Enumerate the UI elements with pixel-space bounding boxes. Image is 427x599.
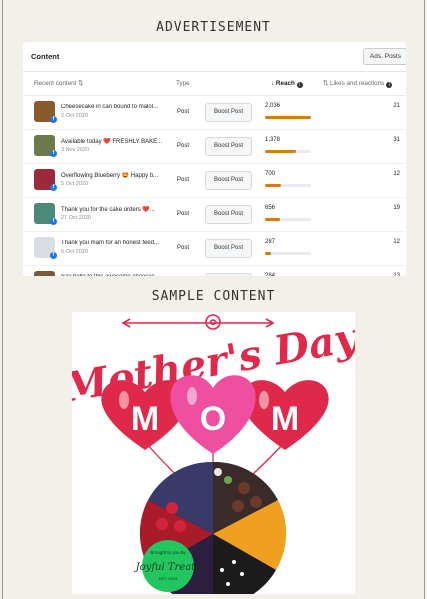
content-rows: f Cheesecake in can bound to malol... 2 Oc… [23,96,406,276]
sample-content-heading: SAMPLE CONTENT [151,289,276,304]
boost-post-button[interactable]: Boost Post [205,273,252,276]
reach-value: 656 [265,205,276,211]
facebook-icon: f [50,184,57,191]
svg-text:Brought to you by: Brought to you by [150,550,186,555]
likes-value: 13 [393,273,400,276]
reach-bar [265,116,311,119]
post-text[interactable]: Thank you mam for an honest feed... [61,240,169,246]
table-row[interactable]: fSay hello to this awesome cheesec...Pos… [23,266,406,276]
likes-value: 19 [393,205,400,211]
arrow-ornament [121,314,275,330]
boost-post-button[interactable]: Boost Post [205,205,252,224]
likes-value: 12 [393,171,400,177]
reach-header-label: ↓ Reach [271,80,295,87]
type-header: Type [176,80,190,87]
recent-content-header[interactable]: Recent content ⇅ [34,80,83,87]
poster-illustration: Mother's Day M O M Brought to you by Joy… [72,313,355,594]
reach-header[interactable]: ↓ Reach i [271,80,303,88]
facebook-icon: f [50,150,57,157]
balloon-letter-right: M [271,400,299,438]
post-type: Post [177,245,190,251]
content-insights-panel: Content Ads. Posts Recent content ⇅ Type… [23,42,406,276]
svg-text:EST. 2019: EST. 2019 [159,576,178,581]
balloon-letter-center: O [200,400,226,438]
post-thumbnail [34,271,55,276]
post-type: Post [177,109,190,115]
reach-value: 287 [265,239,276,245]
post-date: 27 Oct 2020 [61,215,91,221]
facebook-icon: f [50,252,57,259]
table-row[interactable]: f Thank you mam for an honest feed... 5 Oc… [23,232,406,266]
facebook-icon: f [50,116,57,123]
mothers-day-poster: Mother's Day M O M Brought to you by Joy… [72,312,355,594]
table-row[interactable]: f Overflowing Blueberry 🤩 Happy b... 5 Oct… [23,164,406,198]
reach-bar [265,150,311,153]
boost-post-button[interactable]: Boost Post [205,103,252,122]
likes-value: 12 [393,239,400,245]
post-date: 5 Oct 2020 [61,249,88,255]
post-text[interactable]: Say hello to this awesome cheesec... [61,274,169,276]
balloon-letter-left: M [131,400,159,438]
boost-post-button[interactable]: Boost Post [205,239,252,258]
reach-value: 1,378 [265,137,281,143]
svg-text:Joyful Treats: Joyful Treats [134,562,201,573]
reach-value: 2,036 [265,103,281,109]
table-row[interactable]: f Thank you for the cake orders ❤️... 27 O… [23,198,406,232]
post-text[interactable]: Overflowing Blueberry 🤩 Happy b... [61,172,169,179]
reach-bar-fill [265,184,281,187]
likes-value: 21 [393,103,400,109]
post-date: 2 Oct 2020 [61,113,88,119]
post-text[interactable]: Cheesecake in can bound to malol... [61,104,169,110]
post-type: Post [177,177,190,183]
reach-bar [265,252,311,255]
likes-header-label: ⇅ Likes and reactions [323,80,385,87]
reach-bar-fill [265,252,272,255]
advertisement-heading: ADVERTISEMENT [156,20,271,35]
table-row[interactable]: f Cheesecake in can bound to malol... 2 Oc… [23,96,406,130]
facebook-icon: f [50,218,57,225]
post-text[interactable]: Available today ❤️ FRESHLY BAKE... [61,138,169,145]
ads-posts-button[interactable]: Ads. Posts [362,48,406,65]
post-text[interactable]: Thank you for the cake orders ❤️... [61,206,169,213]
panel-header: Content Ads. Posts [23,42,406,72]
reach-value: 284 [265,273,276,276]
post-type: Post [177,143,190,149]
info-icon[interactable]: i [296,82,303,88]
reach-bar-fill [265,116,311,119]
column-header-row: Recent content ⇅ Type ↓ Reach i ⇅ Likes a… [23,72,406,96]
table-row[interactable]: f Available today ❤️ FRESHLY BAKE... 3 Nov… [23,130,406,164]
reach-bar [265,218,311,221]
info-icon[interactable]: i [386,82,393,88]
post-date: 3 Nov 2020 [61,147,90,153]
post-date: 5 Oct 2020 [61,181,88,187]
reach-value: 700 [265,171,276,177]
panel-title: Content [31,52,60,61]
likes-value: 31 [393,137,400,143]
boost-post-button[interactable]: Boost Post [205,171,252,190]
reach-bar-fill [265,218,280,221]
post-type: Post [177,211,190,217]
likes-header[interactable]: ⇅ Likes and reactions i [323,80,393,88]
boost-post-button[interactable]: Boost Post [205,137,252,156]
reach-bar-fill [265,150,297,153]
reach-bar [265,184,311,187]
